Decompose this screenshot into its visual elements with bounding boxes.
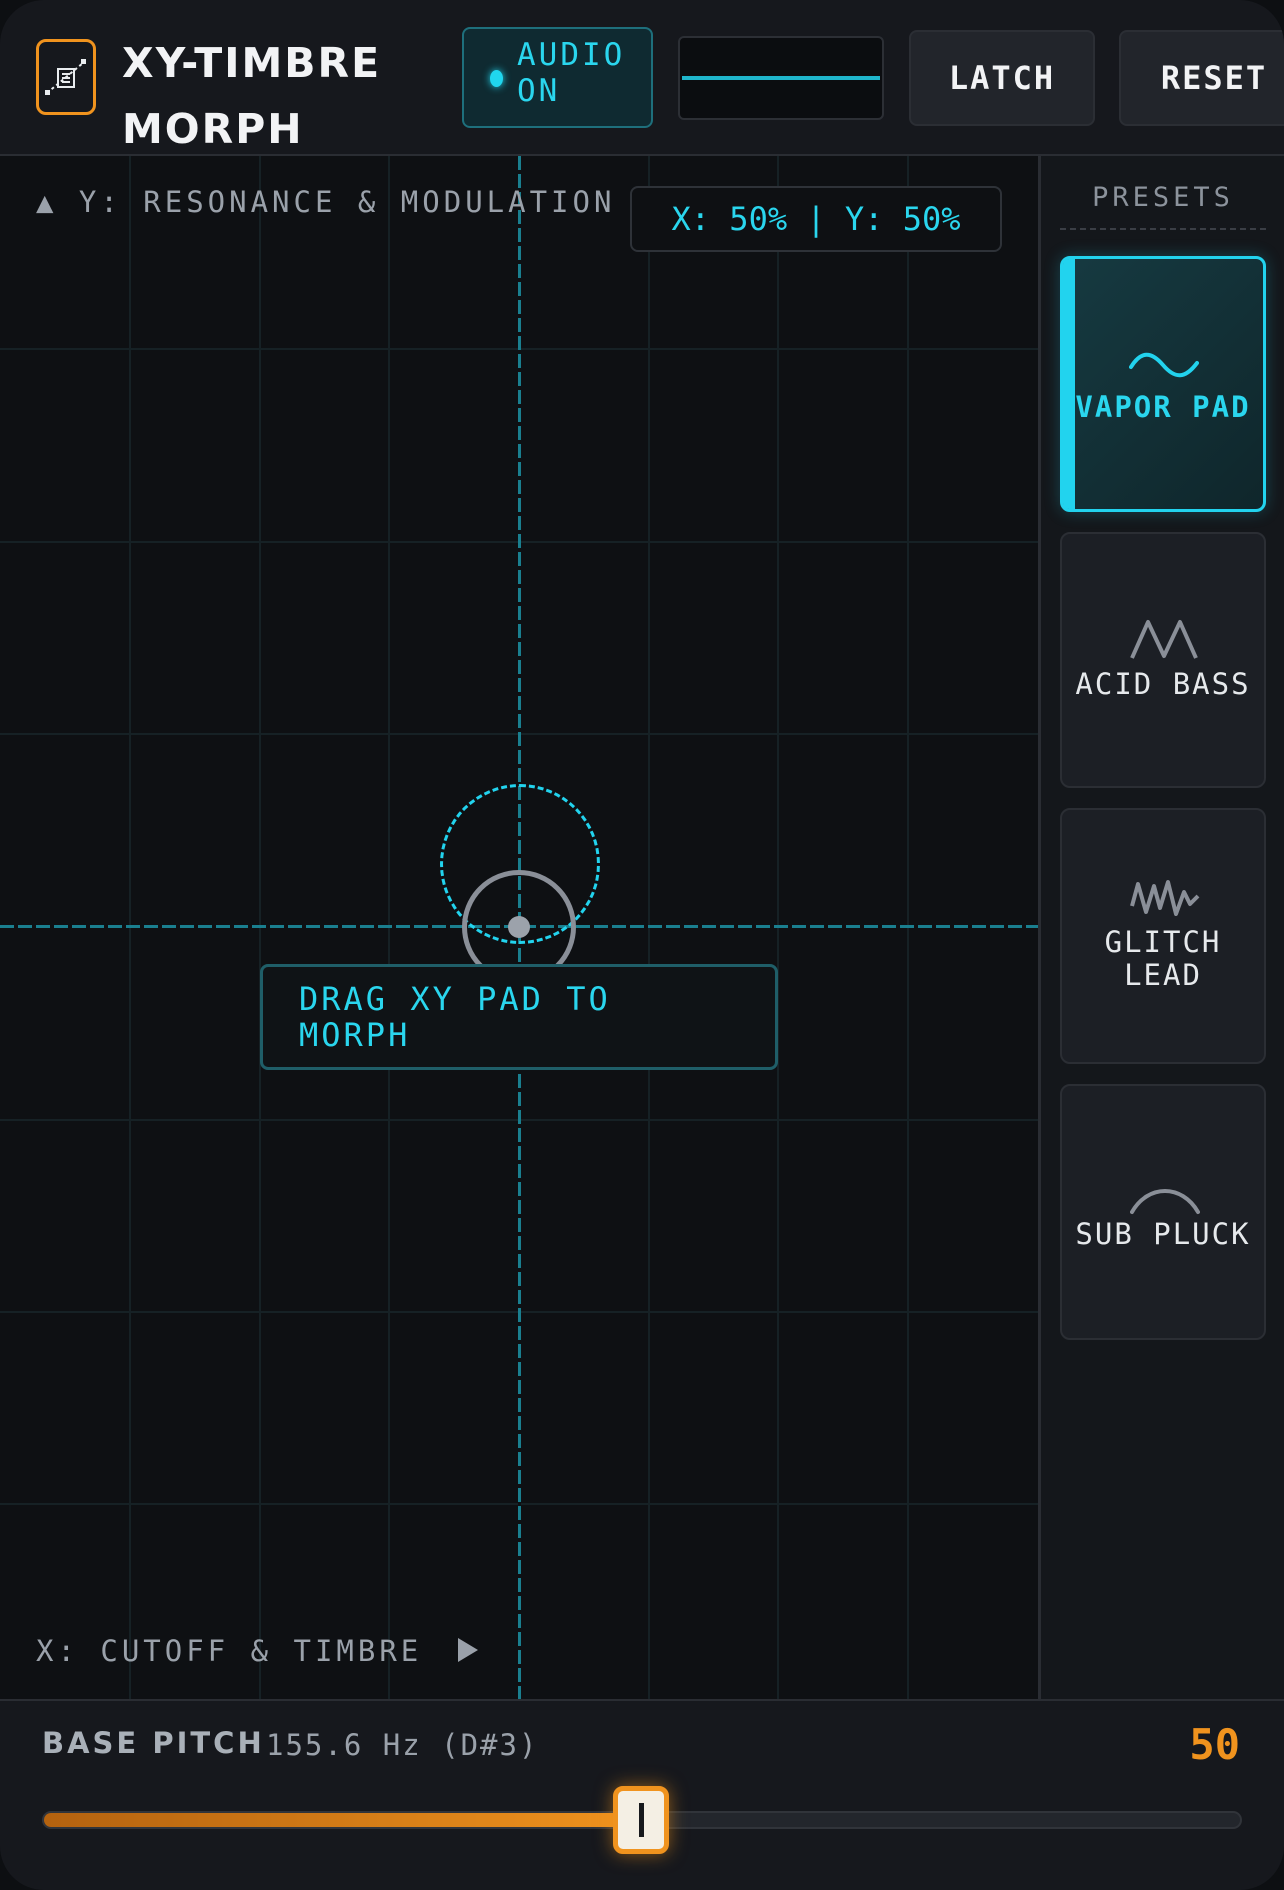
- grip-icon: [639, 1803, 644, 1837]
- latch-button[interactable]: LATCH: [909, 30, 1095, 126]
- presets-divider: [1060, 228, 1266, 230]
- sine-wave-icon: [1129, 352, 1199, 378]
- preset-label: SUB PLUCK: [1075, 1217, 1251, 1251]
- preset-label: GLITCH LEAD: [1104, 925, 1222, 992]
- drag-hint-tooltip: DRAG XY PAD TO MORPH: [260, 964, 778, 1070]
- audio-toggle-label: AUDIO ON: [517, 37, 626, 109]
- play-arrow-icon: [457, 1638, 478, 1662]
- active-indicator: [1063, 259, 1075, 509]
- preset-acid-bass[interactable]: ACID BASS: [1060, 532, 1266, 788]
- base-pitch-frequency: 155.6 Hz (D#3): [266, 1728, 539, 1762]
- preset-vapor-pad[interactable]: VAPOR PAD: [1060, 256, 1266, 512]
- arc-wave-icon: [1130, 1189, 1200, 1214]
- audio-status-indicator: [490, 70, 503, 87]
- pitch-slider-thumb[interactable]: [613, 1786, 669, 1854]
- scope-waveform: [682, 76, 880, 80]
- noise-wave-icon: [1130, 880, 1200, 916]
- xy-morph-icon: [36, 39, 96, 115]
- preset-glitch-lead[interactable]: GLITCH LEAD: [1060, 808, 1266, 1064]
- x-axis-label: X: CUTOFF & TIMBRE: [36, 1634, 480, 1668]
- xy-cursor-dot: [508, 916, 530, 938]
- coordinates-readout: X: 50% | Y: 50%: [630, 186, 1002, 252]
- reset-button[interactable]: RESET: [1119, 30, 1284, 126]
- app-window: XY-TIMBRE MORPH AUDIO ON LATCH RESET ▲ Y…: [0, 0, 1284, 1890]
- base-pitch-label: BASE PITCH: [42, 1726, 265, 1760]
- x-axis-label-text: X: CUTOFF & TIMBRE: [36, 1634, 423, 1668]
- base-pitch-number: 50: [1189, 1720, 1240, 1769]
- pitch-slider-fill: [44, 1813, 642, 1827]
- audio-toggle-button[interactable]: AUDIO ON: [462, 27, 653, 128]
- preset-label: VAPOR PAD: [1075, 390, 1251, 424]
- presets-title: PRESETS: [1092, 182, 1234, 213]
- preset-sub-pluck[interactable]: SUB PLUCK: [1060, 1084, 1266, 1340]
- zigzag-wave-icon: [1130, 620, 1198, 659]
- oscilloscope-display: [678, 36, 884, 120]
- app-title: XY-TIMBRE MORPH: [122, 39, 382, 153]
- preset-label: ACID BASS: [1075, 667, 1251, 701]
- y-axis-label: ▲ Y: RESONANCE & MODULATION: [36, 185, 616, 219]
